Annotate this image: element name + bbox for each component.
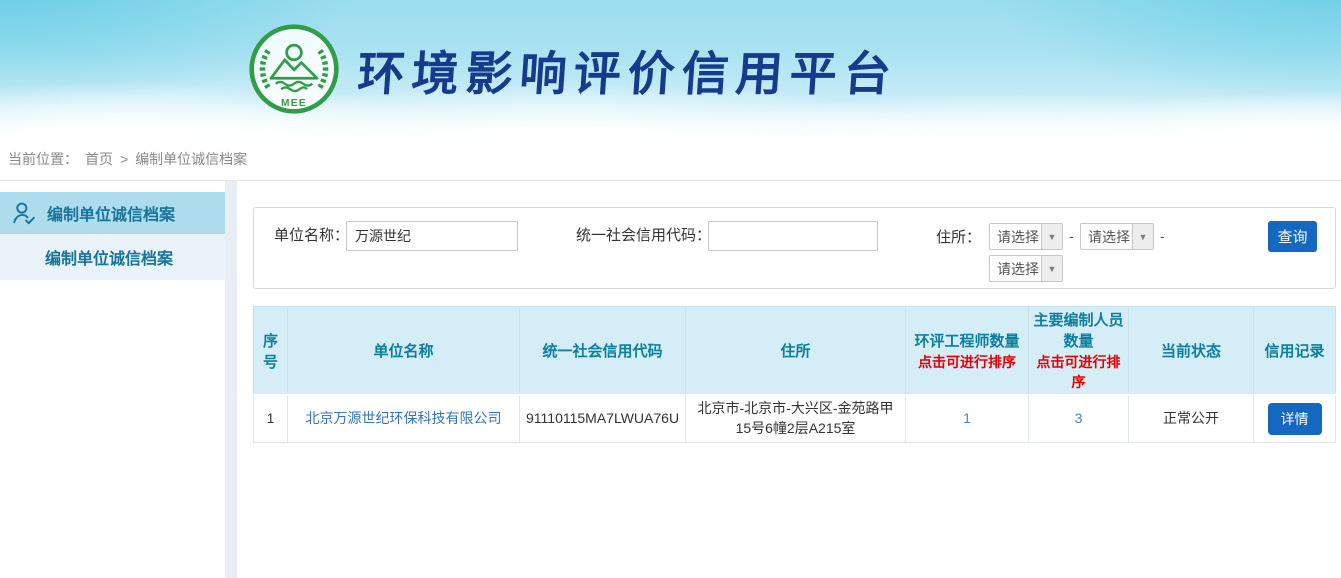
engineer-count-link[interactable]: 1 xyxy=(963,410,971,426)
unit-name-link[interactable]: 北京万源世纪环保科技有限公司 xyxy=(306,410,502,426)
address-district-value: 请选择 xyxy=(990,259,1041,279)
address-dash: - xyxy=(1160,228,1165,244)
cell-address: 北京市-北京市-大兴区-金苑路甲15号6幢2层A215室 xyxy=(686,395,906,442)
breadcrumb-separator: > xyxy=(120,151,128,167)
detail-button[interactable]: 详情 xyxy=(1268,403,1322,435)
col-staff-count-sortable[interactable]: 主要编制人员数量 点击可进行排序 xyxy=(1029,307,1129,396)
search-panel: 单位名称： 统一社会信用代码： 住所： 请选择 ▼ - 请选择 ▼ - 请选择 … xyxy=(253,207,1336,289)
sort-hint[interactable]: 点击可进行排序 xyxy=(1032,352,1125,392)
cell-credit-code: 91110115MA7LWUA76U xyxy=(520,395,686,442)
col-engineer-count-sortable[interactable]: 环评工程师数量 点击可进行排序 xyxy=(906,307,1029,396)
chevron-down-icon[interactable]: ▼ xyxy=(1041,224,1062,249)
table-header-row: 序号 单位名称 统一社会信用代码 住所 环评工程师数量 点击可进行排序 主要编制… xyxy=(254,307,1336,396)
address-city-select[interactable]: 请选择 ▼ xyxy=(1080,223,1154,250)
cell-engineer-count: 1 xyxy=(906,395,1029,442)
breadcrumb-label: 当前位置： xyxy=(8,149,78,169)
col-status: 当前状态 xyxy=(1129,307,1254,396)
sidebar-subitem-label: 编制单位诚信档案 xyxy=(45,245,173,269)
cell-unit-name: 北京万源世纪环保科技有限公司 xyxy=(288,395,520,442)
address-label: 住所： xyxy=(936,223,981,253)
sidebar-item-unit-credit-archive[interactable]: 编制单位诚信档案 xyxy=(0,192,225,234)
table-row: 1 北京万源世纪环保科技有限公司 91110115MA7LWUA76U 北京市-… xyxy=(254,395,1336,442)
sidebar-divider xyxy=(225,181,237,578)
cell-index: 1 xyxy=(254,395,288,442)
col-address: 住所 xyxy=(686,307,906,396)
address-district-select[interactable]: 请选择 ▼ xyxy=(989,255,1063,282)
address-province-value: 请选择 xyxy=(990,227,1041,247)
cell-staff-count: 3 xyxy=(1029,395,1129,442)
col-staff-count-label: 主要编制人员数量 xyxy=(1033,312,1123,350)
unit-name-input[interactable] xyxy=(346,221,518,251)
query-button[interactable]: 查询 xyxy=(1268,221,1317,252)
chevron-down-icon[interactable]: ▼ xyxy=(1041,256,1062,281)
chevron-down-icon[interactable]: ▼ xyxy=(1132,224,1153,249)
mee-logo-text: MEE xyxy=(281,98,307,109)
cell-status: 正常公开 xyxy=(1129,395,1254,442)
credit-code-label: 统一社会信用代码： xyxy=(576,221,711,251)
col-index: 序号 xyxy=(254,307,288,396)
sort-hint[interactable]: 点击可进行排序 xyxy=(909,352,1025,372)
mee-logo-icon: MEE xyxy=(248,23,340,115)
sidebar: 编制单位诚信档案 编制单位诚信档案 xyxy=(0,181,225,578)
site-title: 环境影响评价信用平台 xyxy=(356,35,901,104)
sidebar-item-label: 编制单位诚信档案 xyxy=(47,201,175,225)
col-unit-name: 单位名称 xyxy=(288,307,520,396)
results-table: 序号 单位名称 统一社会信用代码 住所 环评工程师数量 点击可进行排序 主要编制… xyxy=(253,306,1336,443)
sidebar-subitem-unit-credit-archive[interactable]: 编制单位诚信档案 xyxy=(0,234,225,280)
credit-code-input[interactable] xyxy=(708,221,878,251)
breadcrumb-current: 编制单位诚信档案 xyxy=(135,149,247,169)
col-engineer-count-label: 环评工程师数量 xyxy=(914,333,1019,350)
breadcrumb-home-link[interactable]: 首页 xyxy=(85,149,113,169)
address-province-select[interactable]: 请选择 ▼ xyxy=(989,223,1063,250)
staff-count-link[interactable]: 3 xyxy=(1075,410,1083,426)
col-credit-code: 统一社会信用代码 xyxy=(520,307,686,396)
content-area: 编制单位诚信档案 编制单位诚信档案 单位名称： 统一社会信用代码： 住所： 请选… xyxy=(0,181,1341,578)
site-header: MEE 环境影响评价信用平台 xyxy=(0,0,1341,138)
main-panel: 单位名称： 统一社会信用代码： 住所： 请选择 ▼ - 请选择 ▼ - 请选择 … xyxy=(237,181,1341,578)
user-check-icon xyxy=(11,200,37,226)
breadcrumb: 当前位置： 首页 > 编制单位诚信档案 xyxy=(0,138,1341,181)
cell-credit-record: 详情 xyxy=(1254,395,1336,442)
address-dash: - xyxy=(1069,228,1074,244)
col-credit-record: 信用记录 xyxy=(1254,307,1336,396)
unit-name-label: 单位名称： xyxy=(274,221,349,251)
address-city-value: 请选择 xyxy=(1081,227,1132,247)
